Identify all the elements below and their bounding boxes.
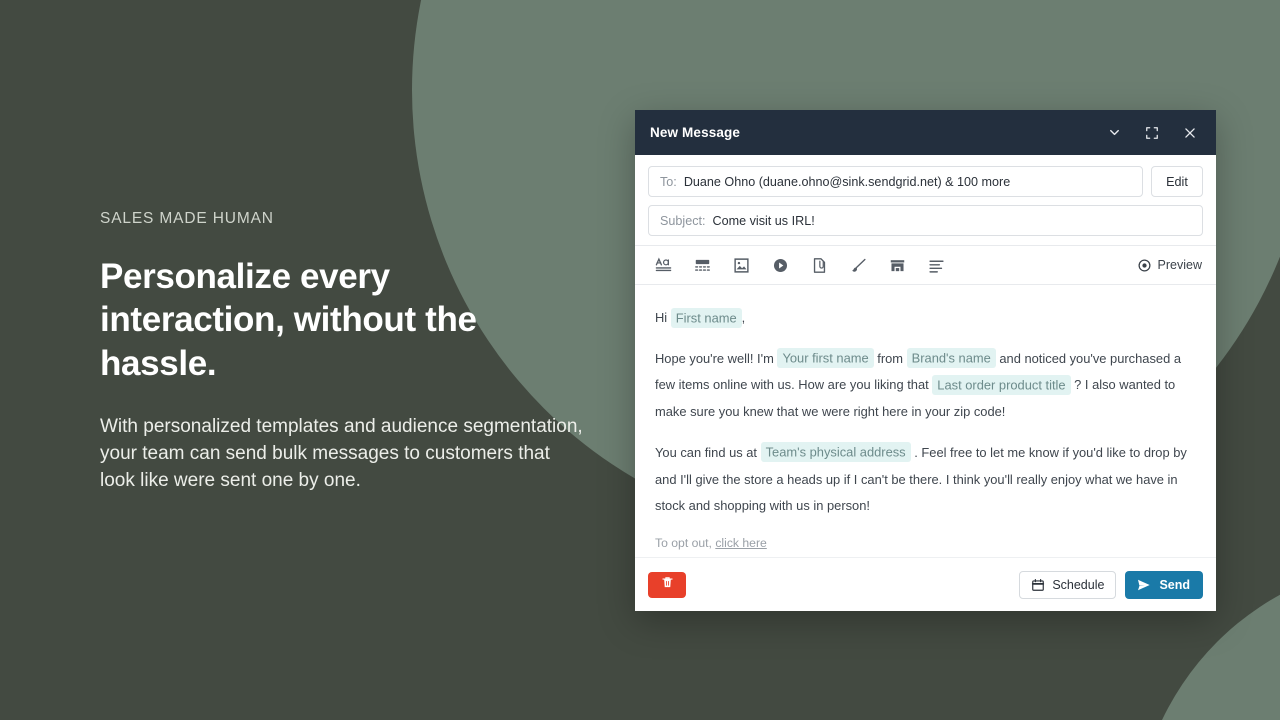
preview-label: Preview: [1157, 258, 1202, 272]
body-greeting: Hi First name,: [655, 305, 1196, 332]
merge-tag-team-physical-address[interactable]: Team's physical address: [760, 442, 911, 463]
p1-text-b: from: [877, 350, 904, 366]
to-label: To:: [660, 174, 677, 189]
merge-tag-first-name[interactable]: First name: [670, 307, 742, 328]
compose-header-fields: To: Duane Ohno (duane.ohno@sink.sendgrid…: [635, 155, 1216, 245]
template-block-icon[interactable]: [683, 250, 722, 280]
schedule-label: Schedule: [1052, 577, 1105, 592]
compose-titlebar: New Message: [635, 110, 1216, 155]
to-field[interactable]: To: Duane Ohno (duane.ohno@sink.sendgrid…: [648, 166, 1143, 197]
eyebrow-text: SALES MADE HUMAN: [100, 210, 274, 227]
to-row: To: Duane Ohno (duane.ohno@sink.sendgrid…: [648, 166, 1203, 197]
greeting-suffix: ,: [741, 310, 746, 325]
store-icon[interactable]: [878, 250, 917, 280]
close-icon[interactable]: [1178, 121, 1202, 145]
subject-label: Subject:: [660, 213, 706, 228]
image-icon[interactable]: [722, 250, 761, 280]
delete-draft-button[interactable]: [648, 571, 686, 598]
subject-value: Come visit us IRL!: [712, 213, 815, 228]
video-icon[interactable]: [761, 250, 800, 280]
page-title: Personalize every interaction, without t…: [100, 256, 477, 384]
send-button[interactable]: Send: [1125, 570, 1203, 599]
preview-button[interactable]: Preview: [1137, 258, 1206, 273]
message-body[interactable]: Hi First name, Hope you're well! I'm You…: [635, 285, 1216, 557]
expand-icon[interactable]: [1140, 121, 1164, 145]
compose-window: New Message To: Duane Ohno (duane.ohno@s…: [635, 110, 1216, 611]
window-controls: [1102, 121, 1202, 145]
marketing-copy: SALES MADE HUMAN Personalize every inter…: [100, 210, 620, 495]
editor-toolbar: Preview: [635, 245, 1216, 285]
body-optout: To opt out, click here: [655, 534, 1196, 554]
paper-plane-icon: [1136, 577, 1152, 593]
optout-link[interactable]: click here: [715, 536, 766, 550]
subcopy-text: With personalized templates and audience…: [100, 415, 583, 491]
p1-text-a: Hope you're well! I'm: [655, 350, 774, 366]
send-label: Send: [1159, 577, 1190, 592]
edit-recipients-button[interactable]: Edit: [1151, 166, 1203, 197]
brush-icon[interactable]: [839, 250, 878, 280]
align-icon[interactable]: [917, 250, 956, 280]
merge-tag-your-first-name[interactable]: Your first name: [777, 348, 874, 369]
chevron-down-icon[interactable]: [1102, 121, 1126, 145]
p2-text-a: You can find us at: [655, 444, 758, 460]
footer-actions: Schedule Send: [1019, 570, 1203, 599]
calendar-icon: [1031, 578, 1045, 592]
text-format-icon[interactable]: [644, 250, 683, 280]
schedule-button[interactable]: Schedule: [1019, 570, 1117, 599]
body-paragraph-1: Hope you're well! I'm Your first name fr…: [655, 346, 1196, 426]
compose-footer: Schedule Send: [635, 557, 1216, 611]
eye-icon: [1137, 258, 1152, 273]
merge-tag-last-order-product-title[interactable]: Last order product title: [932, 374, 1071, 395]
subject-field[interactable]: Subject: Come visit us IRL!: [648, 205, 1203, 236]
attachment-icon[interactable]: [800, 250, 839, 280]
merge-tag-brands-name[interactable]: Brand's name: [906, 348, 996, 369]
trash-icon: [661, 576, 674, 594]
compose-title: New Message: [650, 125, 741, 140]
body-paragraph-2: You can find us at Team's physical addre…: [655, 440, 1196, 520]
to-value: Duane Ohno (duane.ohno@sink.sendgrid.net…: [683, 174, 1011, 189]
subject-row: Subject: Come visit us IRL!: [648, 205, 1203, 236]
optout-text: To opt out,: [655, 535, 712, 550]
greeting-prefix: Hi: [655, 310, 668, 325]
